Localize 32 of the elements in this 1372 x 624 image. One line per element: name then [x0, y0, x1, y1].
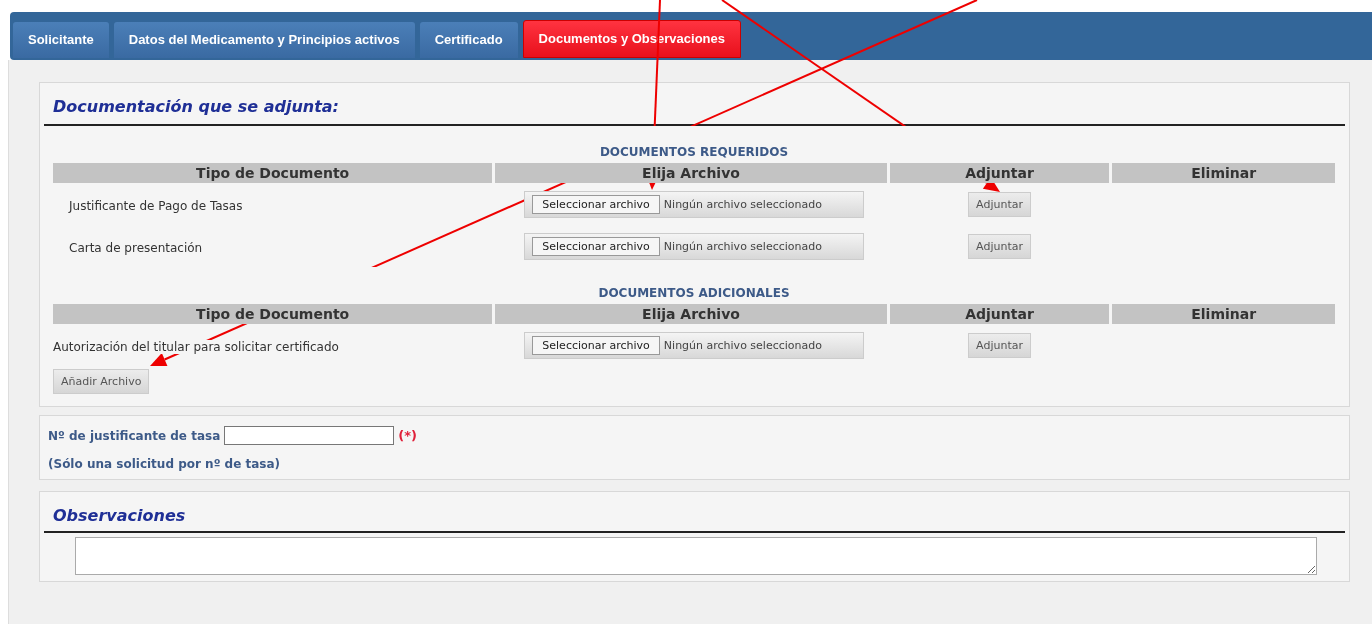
choose-file-button[interactable]: Seleccionar archivo — [532, 335, 660, 355]
field-label: Nº de justificante de tasa — [48, 428, 221, 443]
column-header: Elija Archivo — [495, 304, 887, 324]
column-header: Eliminar — [1112, 163, 1335, 183]
file-status: Ningún archivo seleccionado — [663, 338, 822, 352]
column-header: Eliminar — [1112, 304, 1335, 324]
column-header: Adjuntar — [889, 163, 1110, 183]
column-header: Elija Archivo — [495, 163, 887, 183]
attach-button[interactable]: Adjuntar — [968, 332, 1031, 358]
field-note: (Sólo una solicitud por nº de tasa) — [48, 456, 282, 471]
choose-file-button[interactable]: Seleccionar archivo — [532, 194, 660, 214]
file-picker[interactable]: Seleccionar archivo Ningún archivo seleccionado — [524, 190, 865, 218]
file-status: Ningún archivo seleccionado — [663, 197, 822, 211]
column-header: Tipo de Documento — [53, 304, 493, 324]
tab[interactable]: Datos del Medicamento y Principios activos — [113, 22, 415, 58]
tab[interactable]: Solicitante — [13, 22, 109, 58]
section-title: Observaciones — [44, 492, 1345, 533]
choose-file-button[interactable]: Seleccionar archivo — [532, 236, 660, 256]
attach-button[interactable]: Adjuntar — [968, 191, 1031, 217]
document-type-label: Autorización del titular para solicitar certificado — [53, 339, 339, 354]
receipt-number-field[interactable] — [224, 426, 395, 445]
attach-button[interactable]: Adjuntar — [968, 233, 1031, 259]
file-picker[interactable]: Seleccionar archivo Ningún archivo seleccionado — [524, 331, 865, 359]
tab[interactable]: Documentos y Observaciones — [522, 20, 741, 58]
file-status: Ningún archivo seleccionado — [663, 239, 822, 253]
observations-field[interactable] — [75, 537, 1317, 575]
column-header: Tipo de Documento — [53, 163, 493, 183]
tab[interactable]: Certificado — [419, 22, 518, 58]
required-mark: (*) — [398, 428, 417, 443]
add-file-button[interactable]: Añadir Archivo — [53, 369, 150, 394]
column-header: Adjuntar — [889, 304, 1110, 324]
file-picker[interactable]: Seleccionar archivo Ningún archivo seleccionado — [524, 232, 865, 260]
